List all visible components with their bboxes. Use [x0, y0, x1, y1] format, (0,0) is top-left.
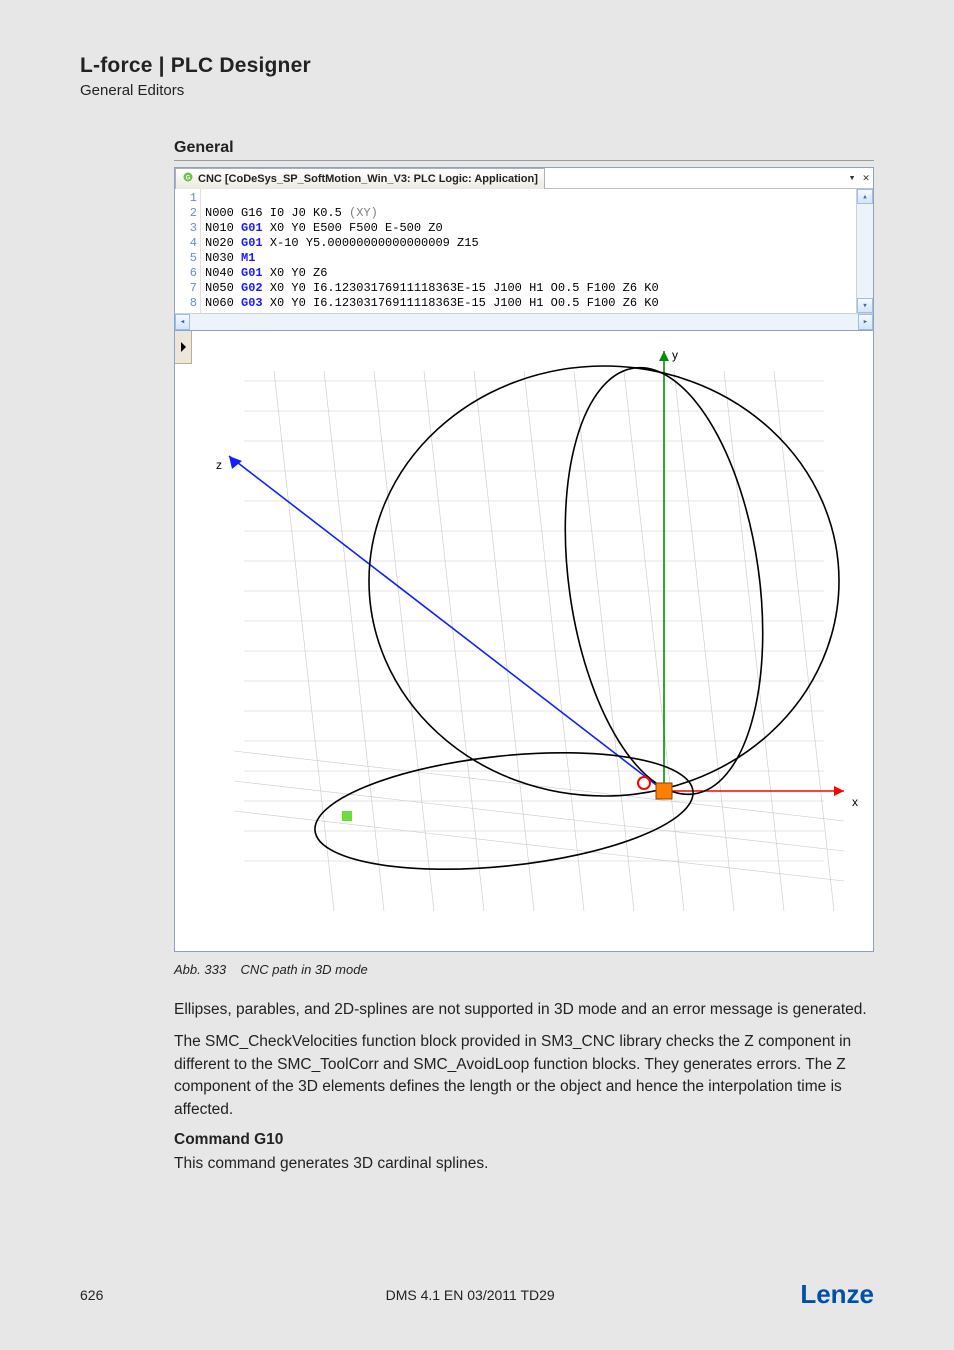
svg-text:y: y [672, 348, 678, 362]
svg-text:z: z [216, 458, 222, 472]
scroll-up-button[interactable]: ▴ [857, 189, 873, 204]
svg-text:x: x [852, 795, 858, 809]
page-footer: 626 DMS 4.1 EN 03/2011 TD29 Lenze [0, 1279, 954, 1310]
tab-cnc[interactable]: G CNC [CoDeSys_SP_SoftMotion_Win_V3: PLC… [175, 168, 545, 189]
cnc-icon: G [182, 171, 194, 186]
footer-center-text: DMS 4.1 EN 03/2011 TD29 [140, 1287, 800, 1303]
line-number-gutter: 12345678 [175, 189, 201, 313]
ide-editor: G CNC [CoDeSys_SP_SoftMotion_Win_V3: PLC… [174, 167, 874, 331]
horizontal-scrollbar[interactable]: ◂ ▸ [175, 313, 873, 330]
vertical-scrollbar[interactable]: ▴ ▾ [856, 189, 873, 313]
page-subtitle: General Editors [80, 82, 874, 99]
tab-close-button[interactable]: ✕ [859, 171, 873, 185]
scroll-right-button[interactable]: ▸ [858, 314, 873, 330]
section-heading-general: General [174, 139, 874, 161]
code-text[interactable]: N000 G16 I0 J0 K0.5 (XY)N010 G01 X0 Y0 E… [201, 189, 856, 313]
tab-bar: G CNC [CoDeSys_SP_SoftMotion_Win_V3: PLC… [175, 168, 873, 189]
tab-dropdown[interactable]: ▾ [845, 171, 859, 185]
svg-text:G: G [186, 175, 191, 181]
figure-caption: Abb. 333 CNC path in 3D mode [174, 962, 874, 977]
lenze-logo: Lenze [800, 1279, 874, 1310]
scroll-left-button[interactable]: ◂ [175, 314, 190, 330]
page-title: L-force | PLC Designer [80, 54, 874, 78]
scroll-track[interactable] [190, 314, 858, 330]
subheading-command-g10: Command G10 [174, 1131, 874, 1149]
cnc-path-svg: x y z [175, 331, 873, 951]
page-number: 626 [80, 1287, 140, 1303]
scroll-down-button[interactable]: ▾ [857, 298, 873, 313]
expand-panel-icon[interactable] [175, 331, 192, 364]
body-paragraph: Ellipses, parables, and 2D-splines are n… [174, 999, 874, 1021]
cnc-3d-preview[interactable]: x y z [174, 331, 874, 952]
body-paragraph: This command generates 3D cardinal splin… [174, 1153, 874, 1175]
body-paragraph: The SMC_CheckVelocities function block p… [174, 1031, 874, 1121]
tab-label: CNC [CoDeSys_SP_SoftMotion_Win_V3: PLC L… [198, 173, 538, 185]
scroll-track[interactable] [857, 204, 873, 298]
